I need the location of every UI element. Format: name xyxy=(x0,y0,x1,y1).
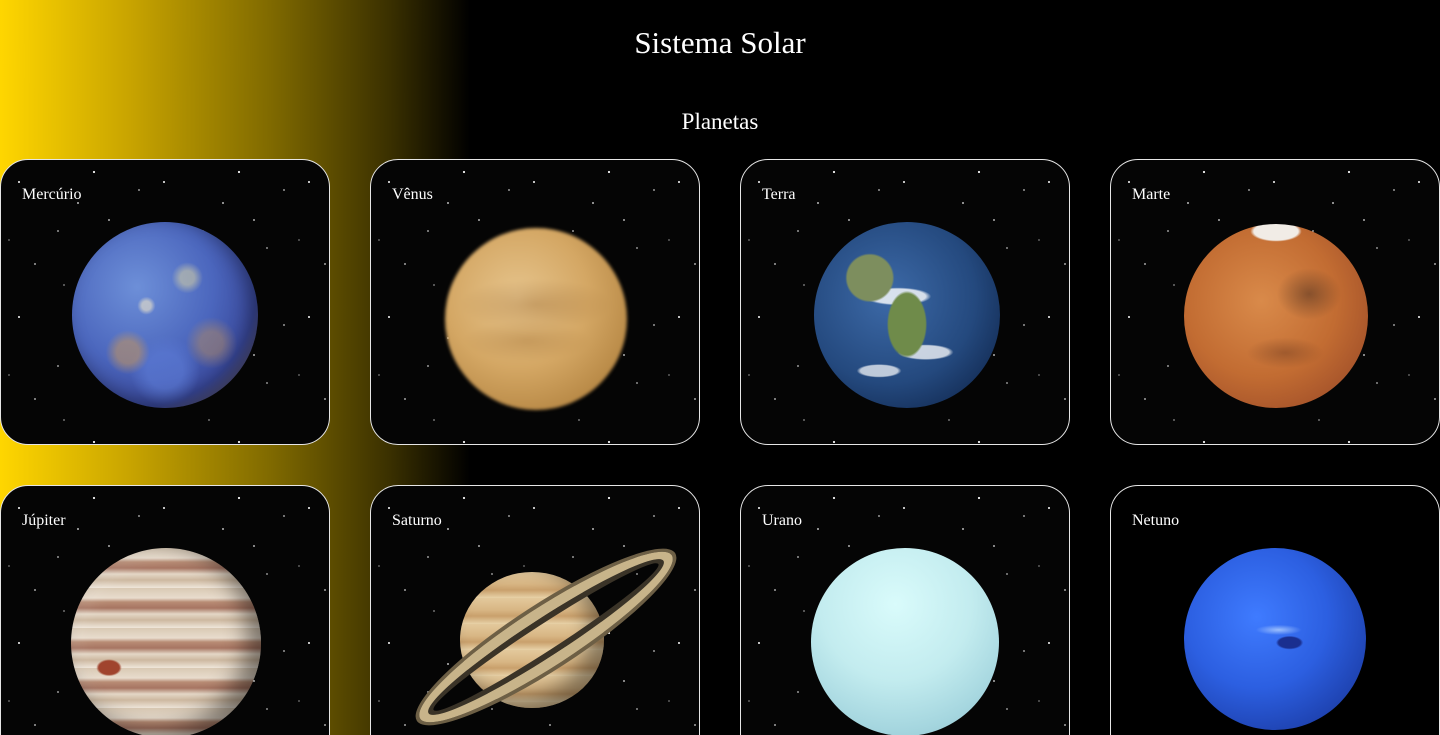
planet-name: Mercúrio xyxy=(22,186,82,203)
planet-card-neptune[interactable]: Netuno xyxy=(1110,485,1440,735)
planet-card-mercury[interactable]: Mercúrio xyxy=(0,159,330,445)
planet-card-jupiter[interactable]: Júpiter xyxy=(0,485,330,735)
planet-name: Urano xyxy=(762,512,802,529)
planet-name: Vênus xyxy=(392,186,433,203)
planet-card-saturn[interactable]: Saturno xyxy=(370,485,700,735)
mercury-image xyxy=(72,222,258,408)
jupiter-image xyxy=(71,548,261,735)
earth-image xyxy=(814,222,1000,408)
planet-card-earth[interactable]: Terra xyxy=(740,159,1070,445)
planet-name: Marte xyxy=(1132,186,1171,203)
saturn-image xyxy=(386,530,688,735)
uranus-image xyxy=(811,548,999,735)
page-title: Sistema Solar xyxy=(634,25,806,60)
planet-name: Netuno xyxy=(1132,512,1180,529)
section-title: Planetas xyxy=(681,109,759,134)
venus-image xyxy=(445,228,627,410)
planet-card-venus[interactable]: Vênus xyxy=(370,159,700,445)
mars-image xyxy=(1184,224,1368,408)
planet-card-mars[interactable]: Marte xyxy=(1110,159,1440,445)
neptune-image xyxy=(1184,548,1366,730)
planet-card-uranus[interactable]: Urano xyxy=(740,485,1070,735)
planet-name: Saturno xyxy=(392,512,442,529)
planet-name: Terra xyxy=(762,186,796,203)
planet-name: Júpiter xyxy=(22,512,66,529)
